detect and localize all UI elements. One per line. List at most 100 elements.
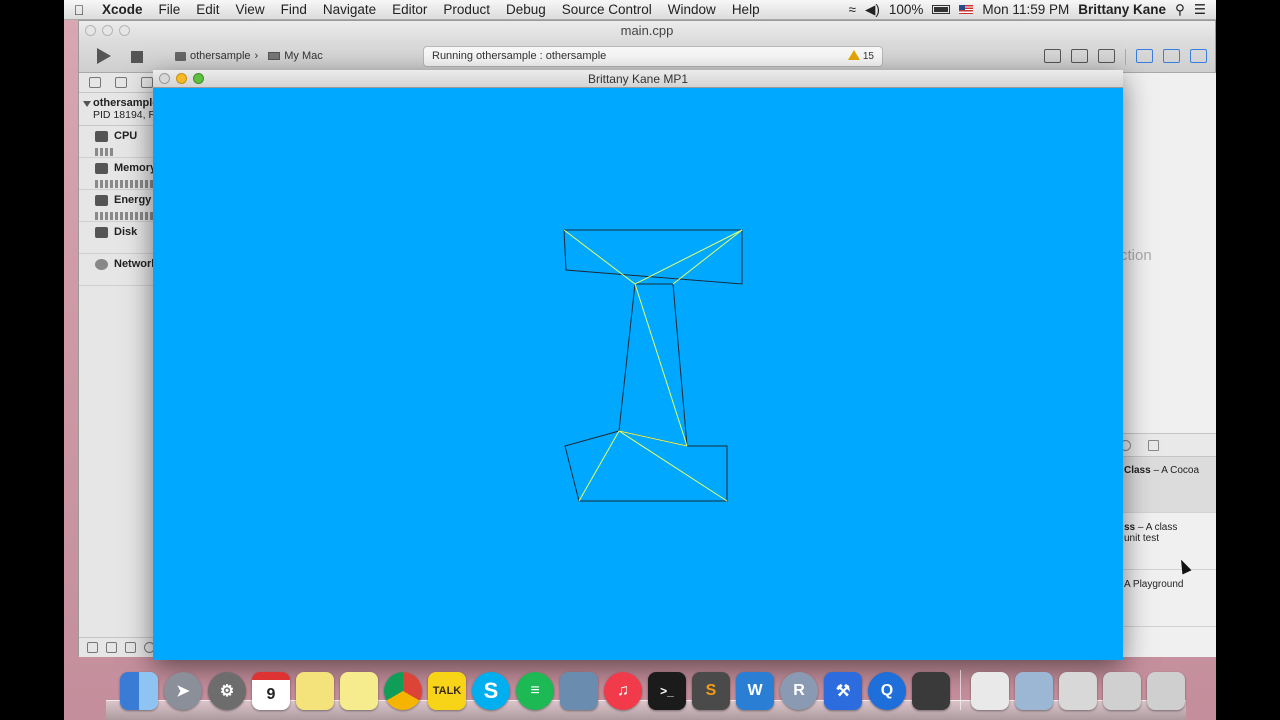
- utilities-toggle-icon[interactable]: [1190, 49, 1207, 63]
- spotify-icon[interactable]: ≡: [516, 672, 554, 710]
- screenshots-stack-icon[interactable]: [1103, 672, 1141, 710]
- menu-help[interactable]: Help: [724, 2, 768, 17]
- document-stack-icon[interactable]: [971, 672, 1009, 710]
- chevron-right-icon: ›: [254, 50, 259, 62]
- close-window-icon[interactable]: [85, 25, 96, 36]
- menu-navigate[interactable]: Navigate: [315, 2, 384, 17]
- menu-debug[interactable]: Debug: [498, 2, 554, 17]
- library-item[interactable]: Class – A Cocoa: [1120, 457, 1216, 513]
- launchpad-icon[interactable]: ➤: [164, 672, 202, 710]
- version-editor-icon[interactable]: [1098, 49, 1115, 63]
- minimize-window-icon[interactable]: [176, 73, 187, 84]
- warning-indicator[interactable]: 15: [847, 47, 874, 66]
- console-icon[interactable]: [912, 672, 950, 710]
- calendar-icon[interactable]: 9: [252, 672, 290, 710]
- toolbar-view-controls: [1044, 49, 1207, 65]
- trash-icon[interactable]: [1147, 672, 1185, 710]
- mp1-title-bar[interactable]: Brittany Kane MP1: [153, 70, 1123, 88]
- cpu-bars: [95, 148, 115, 156]
- input-flag-icon[interactable]: [959, 5, 974, 14]
- calendar-day: 9: [266, 686, 276, 703]
- letterbox-left: [0, 0, 64, 720]
- run-button[interactable]: [97, 48, 111, 64]
- assistant-editor-icon[interactable]: [1071, 49, 1088, 63]
- spotlight-search-icon[interactable]: ⚲: [1175, 2, 1185, 18]
- triangle-diagonal: [578, 430, 620, 502]
- filter-queues-icon[interactable]: [106, 642, 117, 653]
- gauge-label: Network: [114, 258, 158, 270]
- menu-window[interactable]: Window: [660, 2, 724, 17]
- menu-view[interactable]: View: [228, 2, 273, 17]
- gauge-label: Disk: [114, 226, 138, 238]
- skype-icon[interactable]: S: [472, 672, 510, 710]
- outline-segment: [618, 283, 688, 447]
- finder-icon[interactable]: [120, 672, 158, 710]
- r-icon[interactable]: R: [780, 672, 818, 710]
- menu-editor[interactable]: Editor: [384, 2, 435, 17]
- chrome-icon[interactable]: [384, 672, 422, 710]
- project-icon: [175, 51, 186, 61]
- stickies-icon[interactable]: [340, 672, 378, 710]
- library-item-desc: – A class: [1135, 522, 1178, 533]
- quicktime-icon[interactable]: Q: [868, 672, 906, 710]
- menu-source-control[interactable]: Source Control: [554, 2, 660, 17]
- zoom-window-icon[interactable]: [119, 25, 130, 36]
- itunes-icon[interactable]: ♫: [604, 672, 642, 710]
- library-item[interactable]: ss – A class unit test: [1120, 514, 1216, 570]
- menu-file[interactable]: File: [151, 2, 189, 17]
- dock: ➤ ⚙ 9 TALK S ≡ ♫ >_ S W R ⚒ Q: [106, 664, 1186, 720]
- zoom-window-icon[interactable]: [193, 73, 204, 84]
- gauge-label: Energy I: [114, 194, 158, 206]
- menu-product[interactable]: Product: [435, 2, 498, 17]
- scheme-selector[interactable]: othersample › My Mac: [175, 50, 323, 62]
- library-item-title: ss: [1124, 522, 1136, 533]
- notes-icon[interactable]: [296, 672, 334, 710]
- apple-menu-icon[interactable]: : [64, 2, 94, 18]
- dock-icons: ➤ ⚙ 9 TALK S ≡ ♫ >_ S W R ⚒ Q: [120, 670, 1185, 710]
- wifi-icon[interactable]: ≈: [849, 2, 856, 17]
- triangle-diagonal: [563, 229, 636, 285]
- xcode-icon[interactable]: ⚒: [824, 672, 862, 710]
- library-item-title: Class: [1124, 465, 1151, 476]
- word-icon[interactable]: W: [736, 672, 774, 710]
- standard-editor-icon[interactable]: [1044, 49, 1061, 63]
- memory-icon: [95, 163, 108, 174]
- xcode-window-title: main.cpp: [79, 21, 1215, 41]
- debug-area-toggle-icon[interactable]: [1163, 49, 1180, 63]
- dock-divider: [960, 670, 961, 710]
- battery-percent[interactable]: 100%: [889, 2, 924, 17]
- close-window-icon[interactable]: [159, 73, 170, 84]
- mp1-title: Brittany Kane MP1: [587, 72, 689, 86]
- project-navigator-icon[interactable]: [89, 77, 101, 88]
- kakaotalk-icon[interactable]: TALK: [428, 672, 466, 710]
- sublime-text-icon[interactable]: S: [692, 672, 730, 710]
- navigator-toggle-icon[interactable]: [1136, 49, 1153, 63]
- media-library-icon[interactable]: [1148, 440, 1159, 451]
- library-item[interactable]: A Playground: [1120, 571, 1216, 627]
- system-preferences-icon[interactable]: ⚙: [208, 672, 246, 710]
- volume-icon[interactable]: ◀): [865, 2, 880, 18]
- menu-edit[interactable]: Edit: [188, 2, 227, 17]
- filter-frames-icon[interactable]: [125, 642, 136, 653]
- menu-find[interactable]: Find: [273, 2, 315, 17]
- terminal-icon[interactable]: >_: [648, 672, 686, 710]
- applications-folder-icon[interactable]: [1015, 672, 1053, 710]
- clock[interactable]: Mon 11:59 PM: [982, 2, 1069, 17]
- symbol-navigator-icon[interactable]: [115, 77, 127, 88]
- disclosure-triangle-icon[interactable]: [83, 101, 91, 107]
- stop-button[interactable]: [131, 51, 143, 63]
- user-name[interactable]: Brittany Kane: [1078, 2, 1166, 17]
- image-capture-icon[interactable]: [560, 672, 598, 710]
- triangle-diagonal: [634, 283, 688, 447]
- filter-threads-icon[interactable]: [87, 642, 98, 653]
- gauge-label: CPU: [114, 130, 138, 142]
- downloads-stack-icon[interactable]: [1059, 672, 1097, 710]
- gauge-label: Memory: [114, 162, 157, 174]
- minimize-window-icon[interactable]: [102, 25, 113, 36]
- menu-app-name[interactable]: Xcode: [94, 2, 151, 17]
- battery-icon[interactable]: [932, 5, 951, 14]
- opengl-canvas[interactable]: [153, 88, 1123, 660]
- notification-list-icon[interactable]: ☰: [1194, 2, 1206, 18]
- search-navigator-icon[interactable]: [141, 77, 153, 88]
- menu-bar:  Xcode File Edit View Find Navigate Edi…: [64, 0, 1216, 20]
